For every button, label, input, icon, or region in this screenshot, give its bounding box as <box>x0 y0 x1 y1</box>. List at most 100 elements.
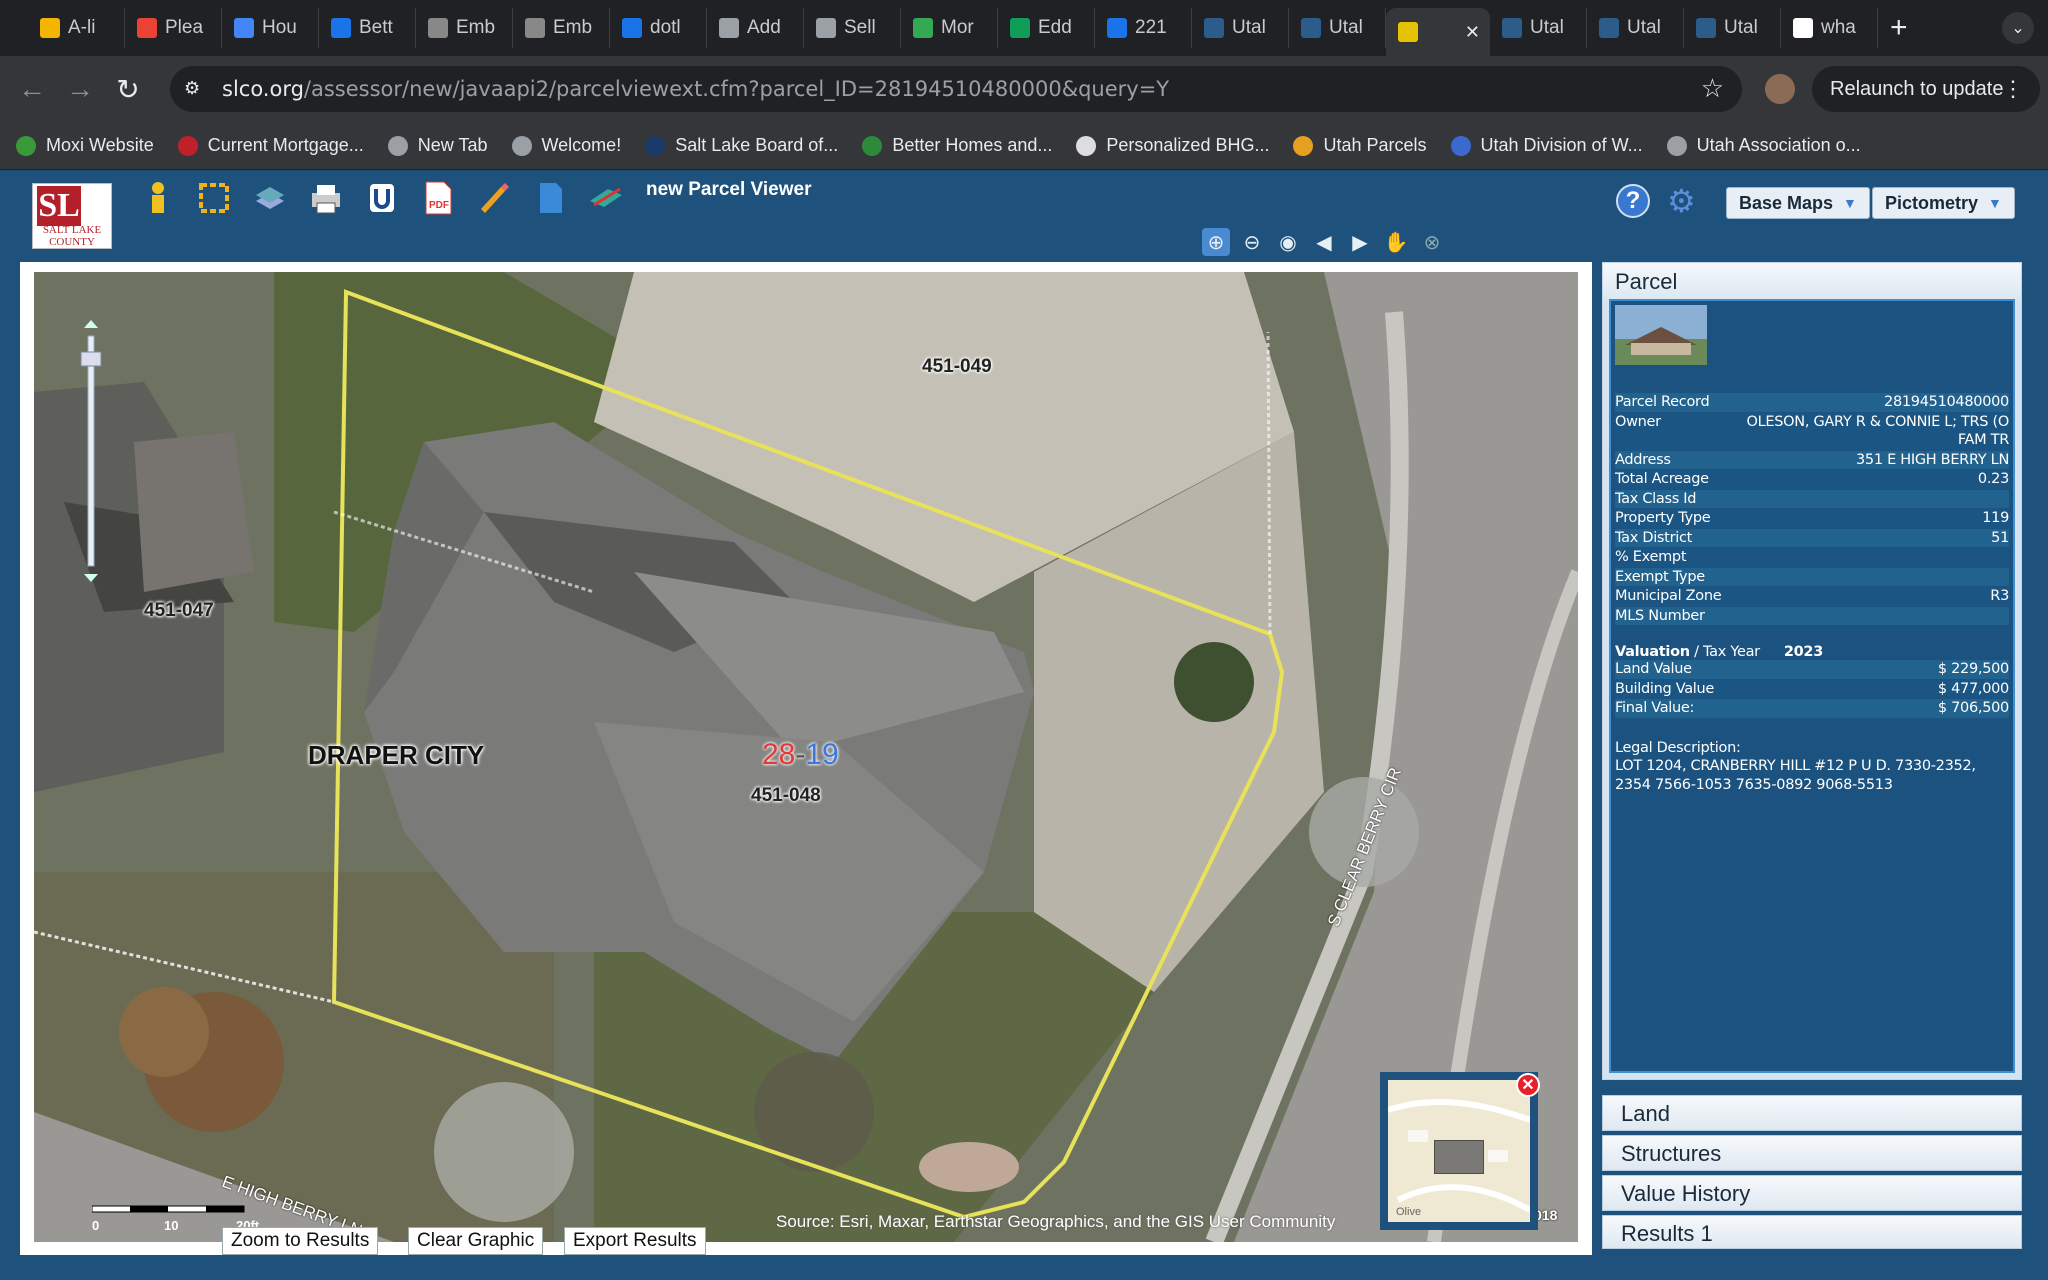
tab-favicon-icon <box>719 18 739 38</box>
utility-icon[interactable] <box>362 178 402 218</box>
browser-tab[interactable]: Emb <box>416 8 513 48</box>
export-results-button[interactable]: Export Results <box>564 1227 706 1255</box>
section-separator: - <box>795 738 806 771</box>
profile-avatar[interactable] <box>1765 74 1795 104</box>
back-button[interactable]: ← <box>8 73 56 105</box>
bookmark-item[interactable]: Personalized BHG... <box>1076 135 1269 156</box>
city-label: DRAPER CITY <box>308 740 485 770</box>
browser-tab[interactable]: Emb <box>513 8 610 48</box>
bookmark-item[interactable]: Utah Parcels <box>1293 135 1427 156</box>
browser-tab[interactable]: Utal <box>1192 8 1289 48</box>
parcel-panel-header[interactable]: Parcel <box>1603 263 2021 299</box>
tab-title: Utal <box>1329 17 1363 38</box>
zoom-slider[interactable] <box>78 316 106 586</box>
new-tab-button[interactable]: + <box>1890 11 1908 45</box>
bookmark-item[interactable]: Utah Association o... <box>1666 135 1861 156</box>
settings-gear-icon[interactable]: ⚙ <box>1667 182 1696 220</box>
tab-title: Edd <box>1038 17 1072 38</box>
site-info-icon[interactable]: ⚙ <box>184 78 206 100</box>
accordion-structures[interactable]: Structures <box>1602 1135 2022 1171</box>
bookmark-item[interactable]: Salt Lake Board of... <box>645 135 838 156</box>
reload-button[interactable]: ↻ <box>104 73 152 106</box>
layers-icon[interactable] <box>250 178 290 218</box>
bookmark-item[interactable]: Utah Division of W... <box>1450 135 1643 156</box>
accordion-value-history[interactable]: Value History <box>1602 1175 2022 1211</box>
accordion-results[interactable]: Results 1 <box>1602 1215 2022 1249</box>
full-extent-icon[interactable]: ◉ <box>1274 228 1302 256</box>
browser-tab[interactable]: Utal <box>1587 8 1684 48</box>
parcel-row: Owner OLESON, GARY R & CONNIE L; TRS (O F… <box>1615 412 2009 451</box>
address-bar[interactable]: ⚙ slco.org/assessor/new/javaapi2/parcelv… <box>170 66 1742 112</box>
tab-favicon-icon <box>1204 18 1224 38</box>
print-icon[interactable] <box>306 178 346 218</box>
bookmark-item[interactable]: Welcome! <box>511 135 622 156</box>
browser-tab[interactable]: wha <box>1781 8 1878 48</box>
browser-tab[interactable]: Add <box>707 8 804 48</box>
measure-icon[interactable] <box>586 178 626 218</box>
deactivate-icon[interactable]: ⊗ <box>1418 228 1446 256</box>
bookmark-item[interactable]: Moxi Website <box>16 135 154 156</box>
svg-text:PDF: PDF <box>429 200 449 211</box>
app-toolbar: PDF <box>138 178 626 218</box>
browser-tab[interactable]: ✕ <box>1386 8 1490 56</box>
property-photo[interactable] <box>1615 305 1707 365</box>
bookmark-star-icon[interactable]: ☆ <box>1701 74 1724 104</box>
browser-tab[interactable]: Edd <box>998 8 1095 48</box>
parcel-row-key: Building Value <box>1615 680 1715 697</box>
browser-tab[interactable]: Utal <box>1490 8 1587 48</box>
bookmark-favicon-icon <box>177 135 198 156</box>
browser-tab[interactable]: 221 <box>1095 8 1192 48</box>
pencil-icon[interactable] <box>474 178 514 218</box>
browser-tab[interactable]: dotl <box>610 8 707 48</box>
zoom-in-icon[interactable]: ⊕ <box>1202 228 1230 256</box>
tab-favicon-icon <box>1010 18 1030 38</box>
legal-description-label: Legal Description: <box>1615 739 1741 756</box>
document-icon[interactable] <box>530 178 570 218</box>
parcel-row: % Exempt <box>1615 548 2009 568</box>
next-extent-icon[interactable]: ▶ <box>1346 228 1374 256</box>
bookmark-item[interactable]: Current Mortgage... <box>177 135 364 156</box>
clear-graphic-button[interactable]: Clear Graphic <box>408 1227 544 1255</box>
bookmark-label: Welcome! <box>541 135 622 155</box>
browser-tab[interactable]: Utal <box>1684 8 1781 48</box>
help-icon[interactable]: ? <box>1616 184 1650 218</box>
pan-hand-icon[interactable]: ✋ <box>1382 228 1410 256</box>
browser-tab[interactable]: Bett <box>319 8 416 48</box>
zoom-out-icon[interactable]: ⊖ <box>1238 228 1266 256</box>
parcel-row-key: Exempt Type <box>1615 568 1705 585</box>
previous-extent-icon[interactable]: ◀ <box>1310 228 1338 256</box>
overview-map[interactable]: Olive <box>1380 1072 1538 1230</box>
close-overview-icon[interactable]: ✕ <box>1516 1073 1540 1097</box>
browser-tab[interactable]: Plea <box>125 8 222 48</box>
overview-extent-box[interactable] <box>1434 1140 1484 1174</box>
bookmark-favicon-icon <box>387 135 408 156</box>
browser-tab[interactable]: Sell <box>804 8 901 48</box>
tab-search-button[interactable]: ⌄ <box>2002 12 2034 44</box>
select-area-icon[interactable] <box>194 178 234 218</box>
tab-title: Hou <box>262 17 297 38</box>
map-canvas[interactable]: 451-049 451-047 451-048 DRAPER CITY 28-1… <box>34 272 1578 1242</box>
relaunch-button[interactable]: Relaunch to update ⋮ <box>1812 66 2040 112</box>
bookmark-label: Moxi Website <box>46 135 154 155</box>
bookmark-item[interactable]: New Tab <box>387 135 488 156</box>
browser-tab[interactable]: Hou <box>222 8 319 48</box>
browser-tab[interactable]: Mor <box>901 8 998 48</box>
accordion-land[interactable]: Land <box>1602 1095 2022 1131</box>
forward-button[interactable]: → <box>56 73 104 105</box>
parcel-row-key: Address <box>1615 451 1671 468</box>
parcel-row-value: 51 <box>1991 529 2009 546</box>
bookmark-label: Salt Lake Board of... <box>675 135 839 155</box>
menu-dots-icon[interactable]: ⋮ <box>2002 76 2024 102</box>
close-tab-icon[interactable]: ✕ <box>1465 22 1480 43</box>
pdf-icon[interactable]: PDF <box>418 178 458 218</box>
zoom-to-results-button[interactable]: Zoom to Results <box>222 1227 379 1255</box>
url-domain: slco.org <box>222 77 304 101</box>
browser-tab[interactable]: A-li <box>28 8 125 48</box>
bookmark-item[interactable]: Better Homes and... <box>862 135 1052 156</box>
bookmark-label: Utah Association o... <box>1696 135 1861 155</box>
identify-icon[interactable] <box>138 178 178 218</box>
base-maps-dropdown[interactable]: Base Maps ▼ <box>1726 187 1870 219</box>
browser-tab[interactable]: Utal <box>1289 8 1386 48</box>
tab-favicon-icon <box>1107 18 1127 38</box>
pictometry-dropdown[interactable]: Pictometry ▼ <box>1872 187 2015 219</box>
